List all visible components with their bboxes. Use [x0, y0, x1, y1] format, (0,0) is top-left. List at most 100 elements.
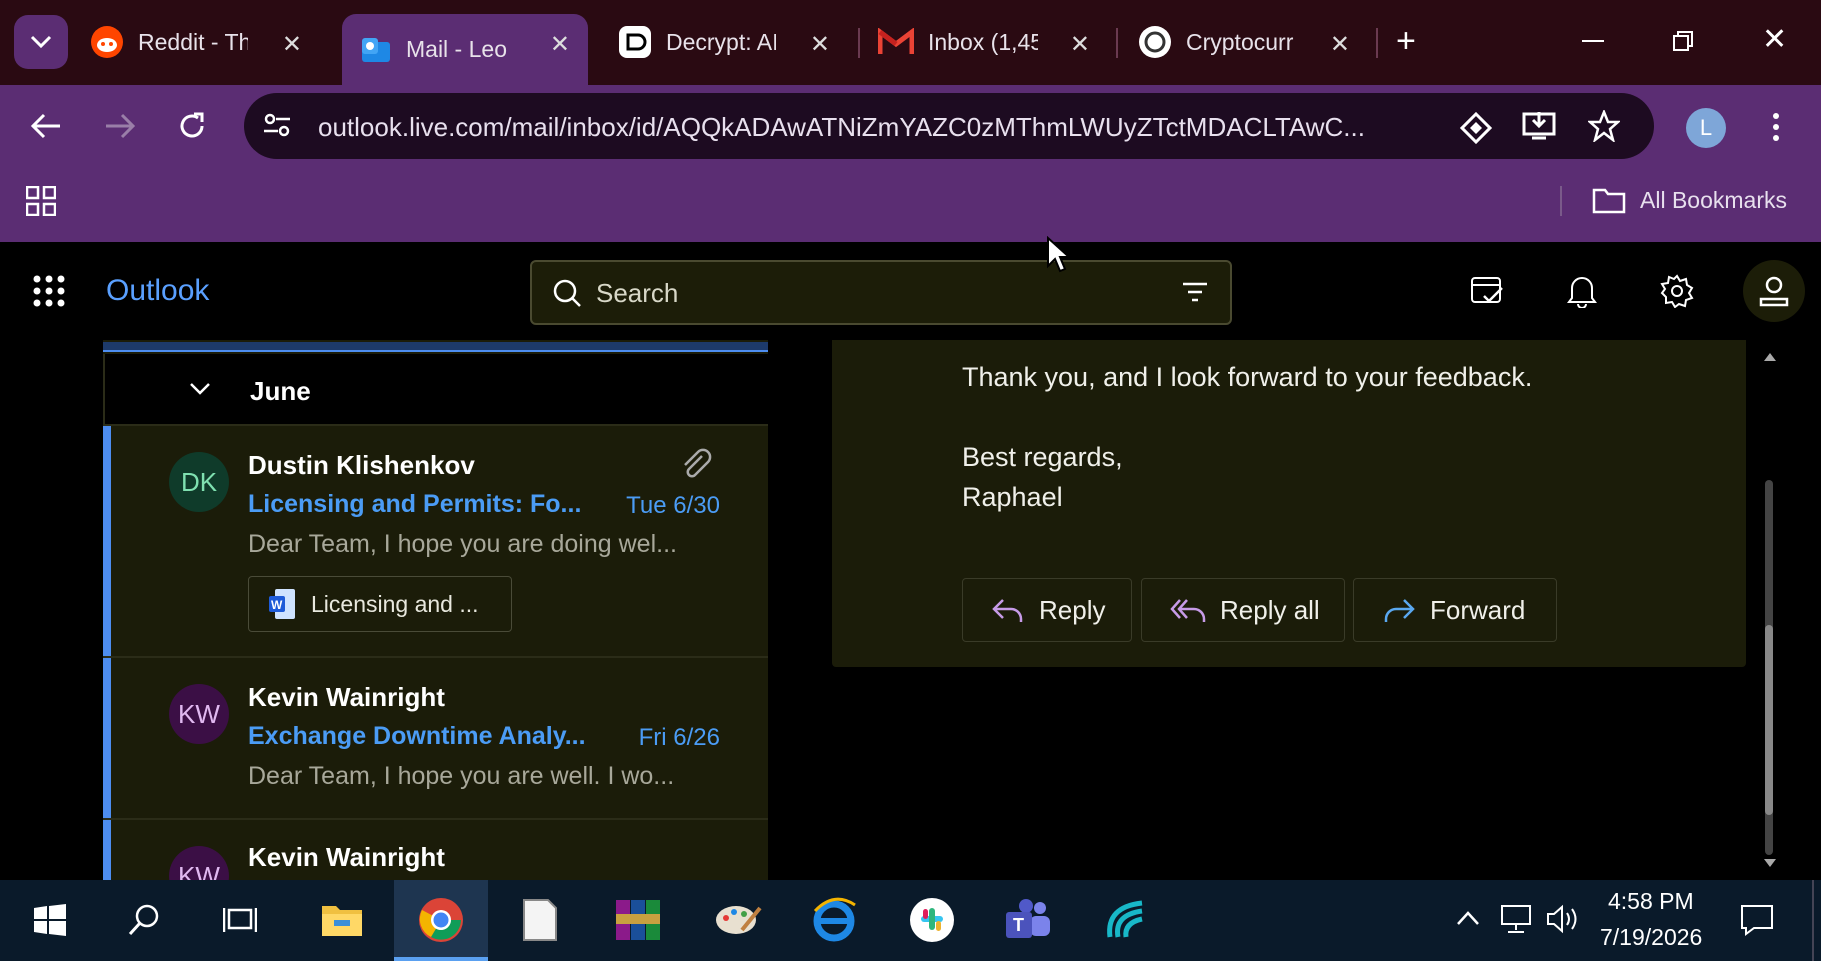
bookmark-star-button[interactable] [1588, 110, 1620, 142]
unread-indicator [103, 658, 111, 818]
email-date: Fri 6/26 [638, 724, 720, 751]
ie-icon [813, 897, 856, 942]
paint-button[interactable] [710, 892, 766, 948]
bookmarks-bar [0, 169, 1821, 242]
list-item[interactable]: DK Dustin Klishenkov Licensing and Permi… [103, 424, 768, 656]
search-icon [128, 904, 159, 936]
winrar-button[interactable] [610, 892, 666, 948]
message-closing: Best regards, [962, 442, 1123, 472]
forward-icon [1384, 599, 1415, 622]
tab-crypto[interactable]: Cryptocurr ✕ [1138, 14, 1368, 70]
mouse-cursor [1046, 236, 1072, 274]
settings-button[interactable] [1660, 274, 1694, 308]
decrypt-icon [619, 26, 651, 58]
reload-button[interactable] [176, 110, 208, 142]
close-icon[interactable]: ✕ [550, 30, 570, 59]
tab-outlook[interactable]: Mail - Leo ✕ [342, 14, 588, 85]
notepad-button[interactable] [512, 892, 568, 948]
group-header-june[interactable]: June [103, 354, 770, 424]
chrome-button[interactable] [413, 892, 469, 948]
forward-label: Forward [1430, 594, 1526, 625]
email-date: Tue 6/30 [626, 492, 720, 519]
internet-explorer-button[interactable] [806, 892, 862, 948]
app-button[interactable] [1098, 892, 1154, 948]
reply-all-icon [1170, 599, 1206, 622]
profile-avatar[interactable]: L [1686, 108, 1726, 148]
tab-search-button[interactable] [14, 15, 68, 69]
list-item[interactable]: KW Kevin Wainright [103, 818, 768, 882]
attachment-chip[interactable]: W Licensing and ... [248, 576, 512, 632]
restore-button[interactable] [1672, 30, 1694, 52]
tab-gmail[interactable]: Inbox (1,45 ✕ [878, 14, 1108, 70]
list-item[interactable]: KW Kevin Wainright Exchange Downtime Ana… [103, 656, 768, 818]
network-button[interactable] [1500, 904, 1536, 934]
search-filter-button[interactable] [1182, 282, 1208, 302]
close-icon[interactable]: ✕ [1070, 30, 1090, 59]
forward-button[interactable]: Forward [1353, 578, 1557, 642]
account-icon [1759, 276, 1789, 307]
reply-label: Reply [1039, 594, 1106, 625]
browser-menu-button[interactable] [1772, 112, 1780, 142]
clock-date[interactable]: 7/19/2026 [1600, 924, 1702, 951]
tab-decrypt[interactable]: Decrypt: AI ✕ [618, 14, 848, 70]
restore-icon [1673, 31, 1693, 51]
show-hidden-icons-button[interactable] [1456, 910, 1480, 926]
reply-all-button[interactable]: Reply all [1141, 578, 1345, 642]
avatar: KW [169, 684, 229, 744]
url-text[interactable]: outlook.live.com/mail/inbox/id/AQQkADAwA… [318, 112, 1365, 143]
start-button[interactable] [22, 892, 78, 948]
search-input[interactable]: Search [596, 278, 678, 309]
close-icon[interactable]: ✕ [282, 30, 302, 59]
file-explorer-button[interactable] [314, 892, 370, 948]
install-icon [1522, 112, 1556, 140]
action-center-button[interactable] [1740, 904, 1774, 936]
avatar-initials: KW [178, 860, 220, 883]
close-icon[interactable]: ✕ [1330, 30, 1350, 59]
apps-grid-icon [26, 186, 56, 216]
close-window-button[interactable]: ✕ [1762, 22, 1787, 57]
install-app-button[interactable] [1522, 110, 1556, 142]
teams-button[interactable]: T [1000, 892, 1056, 948]
calendar-check-icon [1471, 277, 1503, 303]
taskbar-search-button[interactable] [116, 892, 172, 948]
unread-indicator [103, 426, 111, 656]
site-info-button[interactable] [262, 110, 292, 140]
paperclip-icon [684, 448, 712, 478]
extension-button[interactable] [1460, 112, 1492, 144]
slack-button[interactable] [904, 892, 960, 948]
new-tab-button[interactable]: + [1396, 22, 1416, 61]
profile-initial: L [1699, 115, 1713, 140]
arrow-left-icon [30, 113, 60, 139]
word-doc-icon: W [269, 589, 295, 619]
svg-text:W: W [271, 598, 283, 612]
my-day-button[interactable] [1470, 274, 1504, 308]
network-icon [1501, 905, 1531, 933]
task-view-button[interactable] [212, 892, 268, 948]
tab-title: Reddit - Th [138, 28, 248, 55]
reply-button[interactable]: Reply [962, 578, 1132, 642]
apps-button[interactable] [26, 186, 56, 216]
message-body-line: Thank you, and I look forward to your fe… [962, 362, 1533, 392]
account-button[interactable] [1743, 260, 1805, 322]
notification-icon [1741, 905, 1773, 936]
app-launcher-button[interactable] [32, 274, 66, 308]
reading-pane-scrollbar[interactable] [1760, 345, 1780, 880]
reload-icon [180, 112, 204, 138]
clock-time[interactable]: 4:58 PM [1608, 888, 1694, 915]
app-title[interactable]: Outlook [106, 274, 209, 308]
back-button[interactable] [30, 112, 62, 140]
volume-button[interactable] [1546, 904, 1582, 934]
tab-reddit[interactable]: Reddit - Th ✕ [90, 14, 320, 70]
minimize-button[interactable] [1582, 40, 1604, 42]
scrollbar-thumb[interactable] [1765, 625, 1773, 815]
teams-icon: T [1006, 899, 1050, 938]
chrome-icon [419, 898, 463, 942]
tab-title: Decrypt: AI [666, 28, 776, 55]
notifications-button[interactable] [1566, 274, 1598, 308]
close-icon[interactable]: ✕ [810, 30, 830, 59]
forward-button[interactable] [104, 112, 136, 140]
tune-icon [264, 113, 290, 137]
avatar-initials: DK [180, 466, 218, 497]
all-bookmarks-button[interactable]: All Bookmarks [1592, 186, 1787, 214]
show-desktop-strip[interactable] [1812, 880, 1814, 961]
